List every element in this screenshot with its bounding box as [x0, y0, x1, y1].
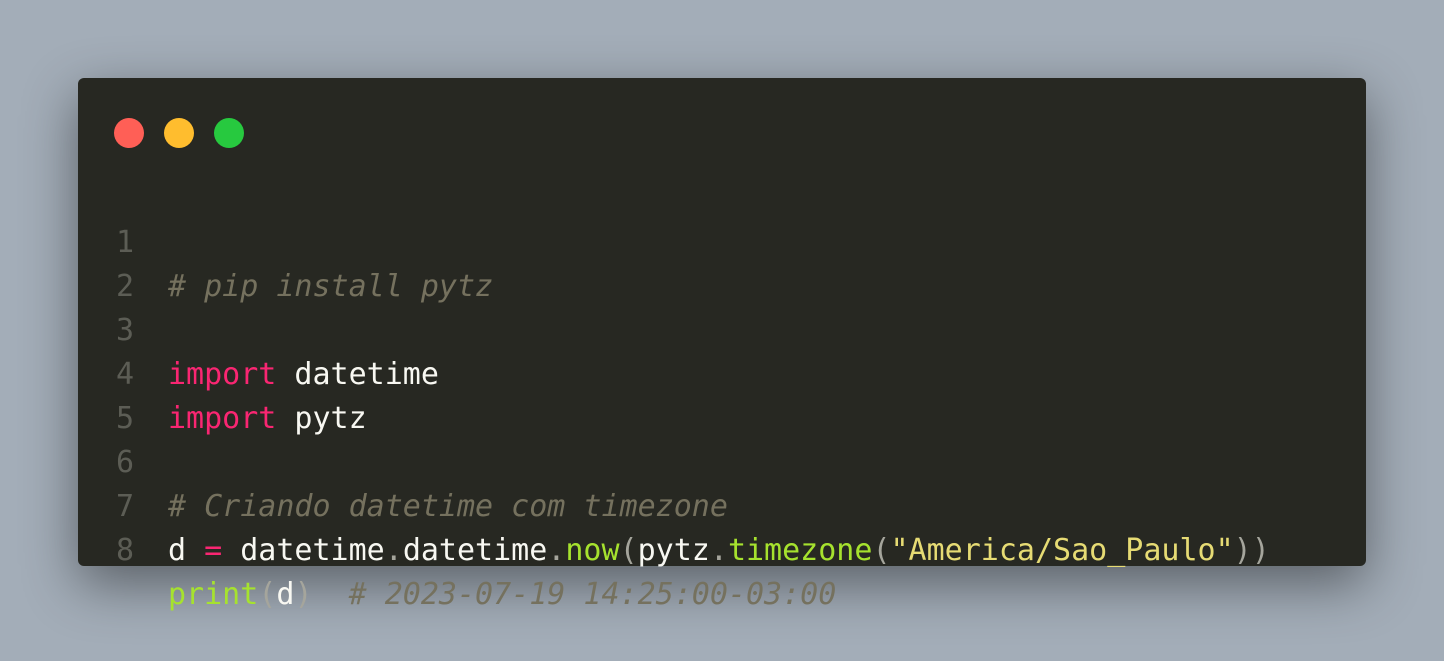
- module-datetime: datetime: [240, 533, 385, 568]
- paren-close: )): [1233, 533, 1270, 568]
- paren-open: (: [258, 577, 277, 612]
- code-line-6: 6 # Criando datetime com timezone: [78, 397, 1366, 524]
- code-line-7: 7 d = datetime.datetime.now(pytz.timezon…: [78, 441, 1366, 568]
- code-window: 1 # pip install pytz 2 3 import datetime…: [78, 78, 1366, 612]
- line-number: 8: [115, 533, 134, 568]
- function-print: print: [168, 577, 259, 612]
- module-pytz: pytz: [637, 533, 710, 568]
- code-line-3: 3 import datetime: [78, 265, 1366, 392]
- class-datetime: datetime: [402, 533, 548, 568]
- method-now: now: [565, 533, 620, 568]
- assign-operator: =: [204, 533, 223, 568]
- dot-operator: .: [384, 533, 403, 568]
- argument-d: d: [276, 577, 295, 612]
- line-content: d = datetime.datetime.now(pytz.timezone(…: [168, 529, 1270, 573]
- paren-open: (: [619, 533, 638, 568]
- string-literal: "America/Sao_Paulo": [890, 533, 1234, 568]
- code-comment: # 2023-07-19 14:25:00-03:00: [348, 577, 837, 612]
- code-line-4: 4 import pytz: [78, 309, 1366, 436]
- code-line-5: 5: [78, 353, 1366, 436]
- method-timezone: timezone: [727, 533, 873, 568]
- code-editor: 1 # pip install pytz 2 3 import datetime…: [78, 177, 1366, 612]
- dot-operator: .: [709, 533, 728, 568]
- paren-close: ): [294, 577, 313, 612]
- line-content: print(d) # 2023-07-19 14:25:00-03:00: [168, 573, 836, 617]
- code-line-2: 2: [78, 221, 1366, 304]
- minimize-window-button[interactable]: [164, 118, 194, 148]
- maximize-window-button[interactable]: [214, 118, 244, 148]
- paren-open: (: [872, 533, 891, 568]
- close-window-button[interactable]: [114, 118, 144, 148]
- dot-operator: .: [547, 533, 566, 568]
- code-line-1: 1 # pip install pytz: [78, 177, 1366, 304]
- code-line-8: 8 print(d) # 2023-07-19 14:25:00-03:00: [78, 485, 1366, 612]
